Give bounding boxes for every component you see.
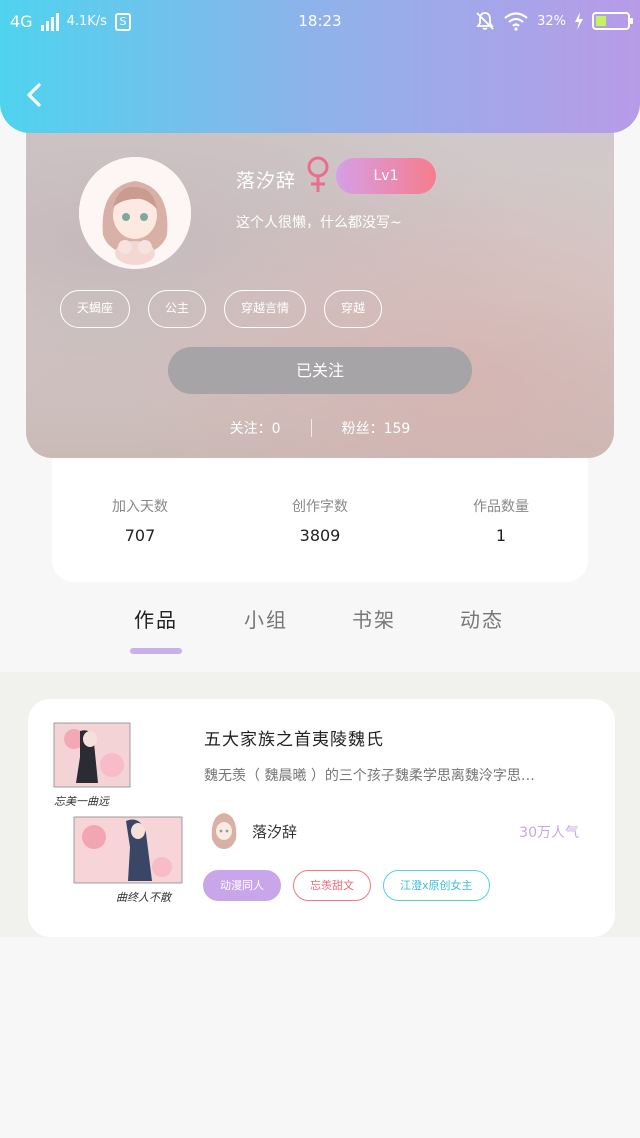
stats-card: 加入天数 707 创作字数 3809 作品数量 1 bbox=[52, 440, 588, 582]
work-cover-image: 忘美一曲远 曲终人不散 bbox=[50, 717, 190, 907]
tab-bookshelf[interactable]: 书架 bbox=[334, 604, 414, 633]
profile-tag[interactable]: 穿越言情 bbox=[224, 290, 307, 328]
work-card[interactable]: 忘美一曲远 曲终人不散 五大家族之首夷陵魏氏 魏无羡（ 魏晨曦 ）的三个孩子魏柔… bbox=[28, 699, 615, 937]
stat-label: 加入天数 bbox=[112, 499, 168, 515]
work-tag[interactable]: 江澄x原创女主 bbox=[383, 870, 490, 901]
status-bar: 4G 4.1K/s S 18:23 32% bbox=[0, 0, 640, 44]
work-description: 魏无羡（ 魏晨曦 ）的三个孩子魏柔学思离魏泠字思… bbox=[204, 768, 535, 784]
battery-percent: 32% bbox=[537, 13, 566, 29]
cover-calligraphy-bottom: 曲终人不散 bbox=[116, 891, 173, 904]
avatar-illustration bbox=[79, 157, 191, 269]
stat-value: 707 bbox=[124, 526, 156, 545]
work-tags: 动漫同人 忘羡甜文 江澄x原创女主 bbox=[203, 870, 490, 901]
profile-tags: 天蝎座 公主 穿越言情 穿越 bbox=[60, 290, 383, 328]
avatar[interactable] bbox=[79, 157, 191, 269]
fans-count[interactable]: 粉丝：159 bbox=[342, 418, 411, 438]
profile-tag[interactable]: 公主 bbox=[148, 290, 207, 328]
divider bbox=[310, 419, 312, 437]
female-icon bbox=[307, 156, 329, 192]
follow-stats: 关注：0 粉丝：159 bbox=[26, 418, 614, 438]
stat-value: 1 bbox=[495, 526, 507, 545]
stat-value: 3809 bbox=[299, 526, 341, 545]
stat-label: 作品数量 bbox=[473, 499, 529, 515]
wifi-icon bbox=[504, 12, 528, 31]
tab-works[interactable]: 作品 bbox=[116, 604, 196, 633]
following-count[interactable]: 关注：0 bbox=[230, 418, 281, 438]
stat-word-count: 创作字数 3809 bbox=[260, 496, 380, 545]
tab-activity[interactable]: 动态 bbox=[442, 604, 522, 633]
author-name[interactable]: 落汐辞 bbox=[252, 821, 297, 842]
stat-join-days: 加入天数 707 bbox=[80, 496, 200, 545]
back-arrow-icon[interactable] bbox=[20, 80, 50, 110]
stat-label: 创作字数 bbox=[292, 499, 348, 515]
stat-works-count: 作品数量 1 bbox=[441, 496, 561, 545]
level-badge: Lv1 bbox=[336, 158, 436, 194]
profile-tag[interactable]: 天蝎座 bbox=[60, 290, 131, 328]
work-tag[interactable]: 动漫同人 bbox=[203, 870, 281, 901]
popularity-count: 30万人气 bbox=[519, 825, 579, 841]
header-bar: 4G 4.1K/s S 18:23 32% bbox=[0, 0, 640, 133]
work-title[interactable]: 五大家族之首夷陵魏氏 bbox=[204, 725, 384, 750]
tab-indicator bbox=[130, 648, 182, 654]
status-right: 32% bbox=[475, 11, 633, 31]
charging-bolt-icon bbox=[575, 12, 583, 30]
cover-calligraphy-top: 忘美一曲远 bbox=[54, 795, 110, 808]
battery-icon bbox=[592, 12, 633, 30]
profile-card: 落汐辞 Lv1 这个人很懒，什么都没写~ 天蝎座 公主 穿越言情 穿越 已关注 … bbox=[26, 100, 614, 458]
content-tabs: 作品 小组 书架 动态 bbox=[0, 604, 640, 664]
profile-bio: 这个人很懒，什么都没写~ bbox=[236, 215, 402, 231]
author-avatar[interactable] bbox=[206, 809, 242, 851]
profile-tag[interactable]: 穿越 bbox=[324, 290, 383, 328]
follow-button[interactable]: 已关注 bbox=[168, 347, 472, 394]
work-tag[interactable]: 忘羡甜文 bbox=[293, 870, 371, 901]
mute-bell-icon bbox=[476, 12, 494, 30]
tab-groups[interactable]: 小组 bbox=[226, 604, 306, 633]
profile-nickname: 落汐辞 bbox=[236, 170, 297, 192]
